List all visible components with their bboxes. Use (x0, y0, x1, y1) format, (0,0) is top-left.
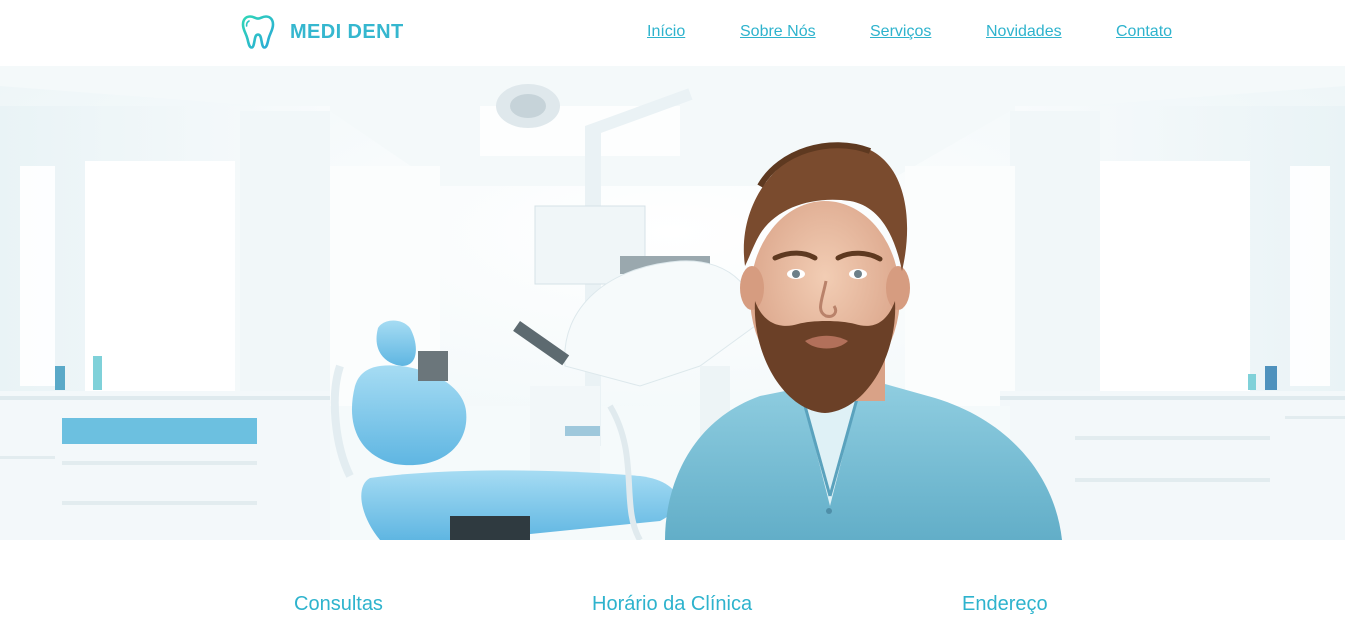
info-consultas: Consultas (294, 593, 383, 615)
main-nav: Início Sobre Nós Serviços Novidades Cont… (0, 23, 1345, 45)
info-horario: Horário da Clínica (592, 593, 753, 615)
info-endereco: Endereço (962, 593, 1048, 615)
site-header: MEDI DENT Início Sobre Nós Serviços Novi… (0, 0, 1345, 66)
nav-contato[interactable]: Contato (1116, 23, 1172, 41)
nav-novidades[interactable]: Novidades (986, 23, 1062, 41)
nav-sobre-nos[interactable]: Sobre Nós (740, 23, 816, 41)
dentist-in-clinic-photo (0, 66, 1345, 540)
hero-banner (0, 66, 1345, 540)
nav-inicio[interactable]: Início (647, 23, 685, 41)
nav-servicos[interactable]: Serviços (870, 23, 931, 41)
